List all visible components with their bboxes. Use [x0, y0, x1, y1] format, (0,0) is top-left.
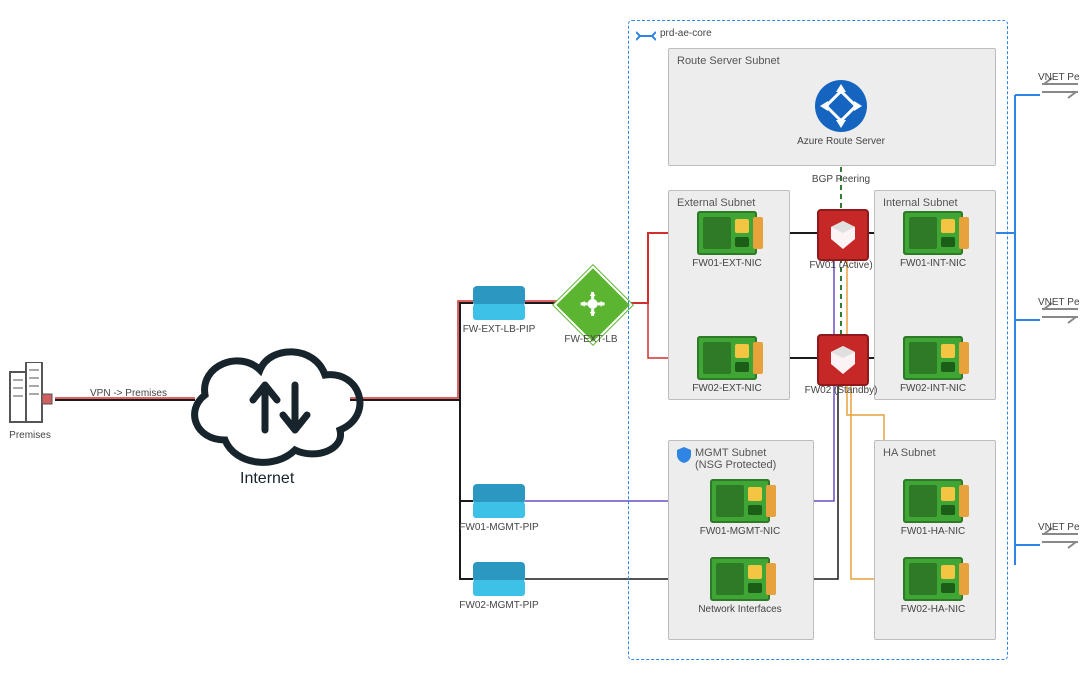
fw02-label: FW02 (Standby)	[805, 385, 878, 396]
fw01-ext-nic-icon	[697, 211, 757, 255]
pip-mgmt1-label: FW01-MGMT-PIP	[459, 522, 538, 533]
fw02-icon	[817, 334, 869, 386]
vnet-peer-1-label: VNET Peer	[1038, 72, 1080, 83]
load-balancer-icon	[565, 277, 621, 333]
vnet-peer-3-label: VNET Peer	[1038, 522, 1080, 533]
fw01-ext-nic-label: FW01-EXT-NIC	[692, 258, 761, 269]
mgmt-subnet-title: MGMT Subnet (NSG Protected)	[695, 447, 776, 471]
fw01-ha-nic-icon	[903, 479, 963, 523]
route-server-subnet-title: Route Server Subnet	[677, 55, 780, 67]
fw01-icon	[817, 209, 869, 261]
nsg-shield-icon	[677, 447, 691, 466]
onprem-label: Premises	[4, 430, 56, 441]
ha-subnet-title: HA Subnet	[883, 447, 936, 459]
azure-route-server-label: Azure Route Server	[797, 136, 885, 147]
vnet-peer-3: VNET Peer	[1032, 522, 1080, 552]
fw01-int-nic-label: FW01-INT-NIC	[900, 258, 966, 269]
fw01-label: FW01 (Active)	[809, 260, 872, 271]
fw02-int-nic-label: FW02-INT-NIC	[900, 383, 966, 394]
fw02-ha-nic-icon	[903, 557, 963, 601]
vnet-peer-2-label: VNET Peer	[1038, 297, 1080, 308]
fw02-ext-nic-icon	[697, 336, 757, 380]
load-balancer-label: FW-EXT-LB	[564, 334, 617, 345]
fw02-ext-nic-label: FW02-EXT-NIC	[692, 383, 761, 394]
external-subnet-title: External Subnet	[677, 197, 755, 209]
internet-label: Internet	[240, 470, 294, 488]
fw01-mgmt-nic-label: FW01-MGMT-NIC	[700, 526, 781, 537]
fw02-int-nic-icon	[903, 336, 963, 380]
internet-cloud-icon	[175, 330, 375, 483]
fw01-ha-nic-label: FW01-HA-NIC	[901, 526, 965, 537]
pip-mgmt1-icon	[473, 484, 525, 518]
fw01-mgmt-nic-icon	[710, 479, 770, 523]
azure-route-server-icon	[815, 80, 867, 132]
vnet-name: prd-ae-core	[660, 28, 712, 39]
vnet-icon	[636, 28, 656, 47]
vpn-label: VPN -> Premises	[90, 388, 167, 399]
pip-mgmt2-icon	[473, 562, 525, 596]
bgp-peering-label: BGP Peering	[812, 174, 870, 185]
pip-mgmt2-label: FW02-MGMT-PIP	[459, 600, 538, 611]
fw02-mgmt-nic-icon	[710, 557, 770, 601]
fw02-ha-nic-label: FW02-HA-NIC	[901, 604, 965, 615]
internal-subnet-title: Internal Subnet	[883, 197, 958, 209]
pip-ext-lb-label: FW-EXT-LB-PIP	[463, 324, 536, 335]
pip-ext-lb-icon	[473, 286, 525, 320]
vnet-peer-1: VNET Peer	[1032, 72, 1080, 102]
fw02-mgmt-nic-label: Network Interfaces	[698, 604, 781, 615]
onprem-building-icon	[6, 362, 54, 429]
vnet-peer-2: VNET Peer	[1032, 297, 1080, 327]
fw01-int-nic-icon	[903, 211, 963, 255]
